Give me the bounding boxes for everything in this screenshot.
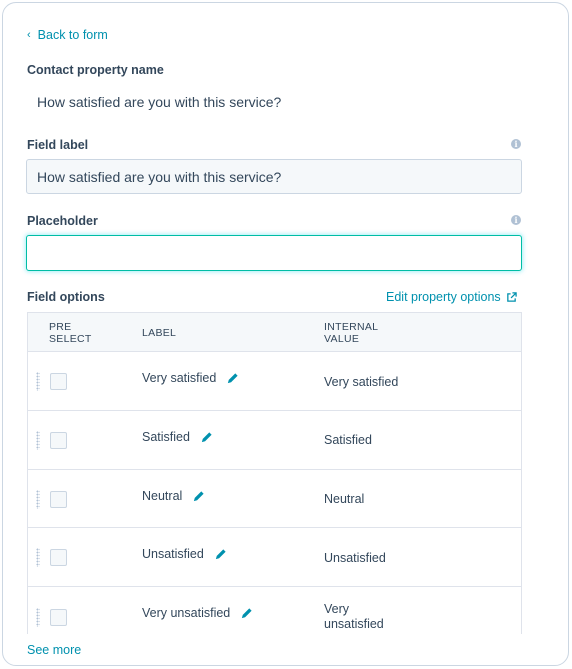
edit-field-panel: ‹ Back to form Contact property name How…: [2, 2, 569, 666]
table-row: Satisfied Satisfied: [28, 412, 521, 470]
table-row: Unsatisfied Unsatisfied: [28, 529, 521, 587]
option-label-cell: Very satisfied: [142, 371, 239, 385]
table-row: Very unsatisfied Very unsatisfied: [28, 588, 521, 634]
pencil-icon[interactable]: [226, 372, 239, 385]
preselect-checkbox[interactable]: [50, 432, 67, 449]
field-label-label: Field label: [27, 138, 89, 152]
option-label: Very satisfied: [142, 371, 217, 385]
column-header-preselect: PRE SELECT: [49, 321, 92, 345]
option-internal-value: Satisfied: [324, 433, 372, 447]
option-label-cell: Very unsatisfied: [142, 606, 253, 620]
contact-property-label: Contact property name: [27, 63, 164, 77]
table-header: PRE SELECT LABEL INTERNAL VALUE: [28, 313, 521, 352]
option-label-cell: Unsatisfied: [142, 547, 227, 561]
edit-link-label: Edit property options: [386, 290, 501, 304]
preselect-checkbox[interactable]: [50, 549, 67, 566]
drag-handle-icon[interactable]: [36, 608, 40, 627]
info-icon[interactable]: i: [511, 215, 521, 225]
option-internal-value: Very unsatisfied: [324, 602, 384, 631]
back-link-label: Back to form: [37, 28, 108, 42]
preselect-checkbox[interactable]: [50, 373, 67, 390]
drag-handle-icon[interactable]: [36, 372, 40, 391]
option-internal-value: Unsatisfied: [324, 551, 386, 565]
external-link-icon: [506, 291, 517, 302]
preselect-checkbox[interactable]: [50, 491, 67, 508]
pencil-icon[interactable]: [214, 548, 227, 561]
option-label-cell: Neutral: [142, 489, 205, 503]
option-internal-value: Neutral: [324, 492, 365, 506]
field-options-label: Field options: [27, 290, 105, 304]
field-label-input[interactable]: [26, 159, 522, 194]
option-label: Satisfied: [142, 430, 190, 444]
option-label-cell: Satisfied: [142, 430, 213, 444]
chevron-left-icon: ‹: [27, 28, 31, 41]
drag-handle-icon[interactable]: [36, 431, 40, 450]
contact-property-value: How satisfied are you with this service?: [37, 94, 282, 110]
drag-handle-icon[interactable]: [36, 490, 40, 509]
pencil-icon[interactable]: [200, 431, 213, 444]
column-header-internal-value: INTERNAL VALUE: [324, 321, 378, 345]
table-row: Neutral Neutral: [28, 470, 521, 528]
option-label: Unsatisfied: [142, 547, 204, 561]
info-icon[interactable]: i: [511, 139, 521, 149]
placeholder-label: Placeholder: [27, 214, 98, 228]
preselect-checkbox[interactable]: [50, 609, 67, 626]
field-options-table: PRE SELECT LABEL INTERNAL VALUE Very sat…: [27, 312, 522, 634]
option-label: Very unsatisfied: [142, 606, 231, 620]
back-to-form-link[interactable]: ‹ Back to form: [27, 28, 108, 42]
table-row: Very satisfied Very satisfied: [28, 353, 521, 411]
pencil-icon[interactable]: [192, 490, 205, 503]
option-internal-value: Very satisfied: [324, 375, 399, 389]
pencil-icon[interactable]: [240, 607, 253, 620]
drag-handle-icon[interactable]: [36, 548, 40, 567]
placeholder-input[interactable]: [26, 235, 522, 271]
edit-property-options-link[interactable]: Edit property options: [386, 290, 517, 304]
option-label: Neutral: [142, 489, 183, 503]
see-more-link[interactable]: See more: [27, 643, 81, 657]
column-header-label: LABEL: [142, 327, 177, 339]
